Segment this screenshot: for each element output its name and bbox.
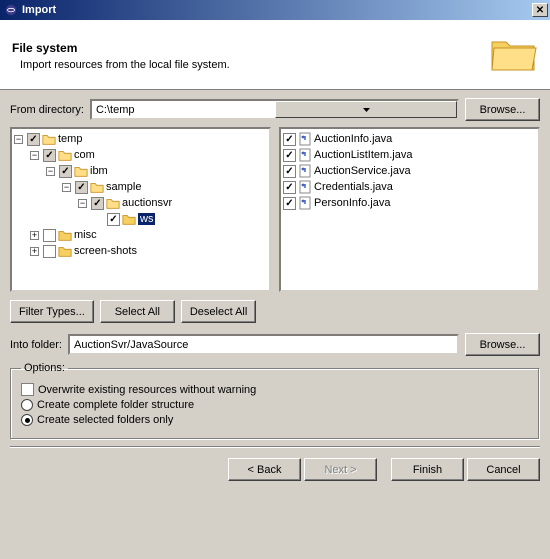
- tree-item[interactable]: − ibm: [46, 163, 267, 179]
- file-checkbox[interactable]: [283, 181, 296, 194]
- java-file-icon: [298, 196, 312, 210]
- folder-icon: [106, 196, 120, 210]
- page-subtitle: Import resources from the local file sys…: [20, 59, 230, 71]
- expander-icon[interactable]: −: [46, 167, 55, 176]
- file-label: AuctionService.java: [314, 165, 411, 177]
- folder-checkbox[interactable]: [43, 245, 56, 258]
- java-file-icon: [298, 180, 312, 194]
- window-title: Import: [22, 4, 532, 16]
- folder-icon: [58, 244, 72, 258]
- from-directory-label: From directory:: [10, 104, 84, 116]
- expander-icon[interactable]: +: [30, 247, 39, 256]
- folder-label: sample: [106, 181, 141, 193]
- from-browse-button[interactable]: Browse...: [465, 98, 540, 121]
- overwrite-checkbox[interactable]: [21, 383, 34, 396]
- expander-icon[interactable]: +: [30, 231, 39, 240]
- select-all-button[interactable]: Select All: [100, 300, 175, 323]
- banner: File system Import resources from the lo…: [0, 20, 550, 90]
- deselect-all-button[interactable]: Deselect All: [181, 300, 256, 323]
- tree-item[interactable]: − sample: [62, 179, 267, 195]
- overwrite-label: Overwrite existing resources without war…: [38, 384, 256, 396]
- folder-checkbox[interactable]: [43, 229, 56, 242]
- file-item[interactable]: Credentials.java: [283, 179, 536, 195]
- from-directory-value: C:\temp: [96, 104, 276, 116]
- into-folder-input[interactable]: [68, 334, 459, 355]
- folder-icon: [58, 228, 72, 242]
- page-title: File system: [12, 41, 230, 55]
- folder-label: misc: [74, 229, 97, 241]
- eclipse-icon: [4, 3, 18, 17]
- folder-label: auctionsvr: [122, 197, 172, 209]
- file-label: AuctionInfo.java: [314, 133, 392, 145]
- file-checkbox[interactable]: [283, 149, 296, 162]
- folder-label: ws: [138, 213, 155, 225]
- folder-checkbox[interactable]: [27, 133, 40, 146]
- finish-button[interactable]: Finish: [391, 458, 464, 481]
- file-item[interactable]: AuctionService.java: [283, 163, 536, 179]
- expander-icon[interactable]: −: [62, 183, 71, 192]
- folder-checkbox[interactable]: [59, 165, 72, 178]
- separator: [10, 446, 540, 448]
- folder-icon: [122, 212, 136, 226]
- into-browse-button[interactable]: Browse...: [465, 333, 540, 356]
- folder-label: screen-shots: [74, 245, 137, 257]
- java-file-icon: [298, 132, 312, 146]
- titlebar: Import ✕: [0, 0, 550, 20]
- folder-tree-pane[interactable]: − temp − com − ibm − sample − auctionsvr ws + misc + s…: [10, 127, 271, 292]
- cancel-button[interactable]: Cancel: [467, 458, 540, 481]
- chevron-down-icon[interactable]: [275, 101, 457, 118]
- file-label: Credentials.java: [314, 181, 393, 193]
- tree-item[interactable]: − com: [30, 147, 267, 163]
- file-checkbox[interactable]: [283, 197, 296, 210]
- folder-icon: [74, 164, 88, 178]
- folder-icon: [58, 148, 72, 162]
- selected-radio[interactable]: [21, 414, 33, 426]
- from-directory-combo[interactable]: C:\temp: [90, 99, 459, 120]
- next-button[interactable]: Next >: [304, 458, 377, 481]
- file-item[interactable]: AuctionInfo.java: [283, 131, 536, 147]
- file-checkbox[interactable]: [283, 133, 296, 146]
- java-file-icon: [298, 148, 312, 162]
- file-label: PersonInfo.java: [314, 197, 390, 209]
- folder-illustration-icon: [490, 34, 538, 77]
- tree-item[interactable]: − temp: [14, 131, 267, 147]
- tree-item[interactable]: + misc: [30, 227, 267, 243]
- folder-label: com: [74, 149, 95, 161]
- wizard-footer: < Back Next > Finish Cancel: [0, 458, 550, 491]
- folder-label: temp: [58, 133, 82, 145]
- expander-icon[interactable]: −: [78, 199, 87, 208]
- folder-checkbox[interactable]: [43, 149, 56, 162]
- file-list-pane[interactable]: AuctionInfo.java AuctionListItem.java Auct…: [279, 127, 540, 292]
- folder-checkbox[interactable]: [107, 213, 120, 226]
- tree-item[interactable]: ws: [94, 211, 267, 227]
- folder-checkbox[interactable]: [91, 197, 104, 210]
- selected-label: Create selected folders only: [37, 414, 173, 426]
- file-label: AuctionListItem.java: [314, 149, 412, 161]
- folder-icon: [42, 132, 56, 146]
- java-file-icon: [298, 164, 312, 178]
- complete-label: Create complete folder structure: [37, 399, 194, 411]
- folder-icon: [90, 180, 104, 194]
- file-item[interactable]: PersonInfo.java: [283, 195, 536, 211]
- file-checkbox[interactable]: [283, 165, 296, 178]
- into-folder-label: Into folder:: [10, 339, 62, 351]
- folder-checkbox[interactable]: [75, 181, 88, 194]
- expander-icon[interactable]: −: [14, 135, 23, 144]
- tree-item[interactable]: − auctionsvr: [78, 195, 267, 211]
- tree-item[interactable]: + screen-shots: [30, 243, 267, 259]
- filter-types-button[interactable]: Filter Types...: [10, 300, 94, 323]
- expander-icon[interactable]: −: [30, 151, 39, 160]
- options-legend: Options:: [21, 362, 68, 374]
- options-group: Options: Overwrite existing resources wi…: [10, 362, 540, 440]
- back-button[interactable]: < Back: [228, 458, 301, 481]
- file-item[interactable]: AuctionListItem.java: [283, 147, 536, 163]
- complete-radio[interactable]: [21, 399, 33, 411]
- close-button[interactable]: ✕: [532, 3, 548, 17]
- folder-label: ibm: [90, 165, 108, 177]
